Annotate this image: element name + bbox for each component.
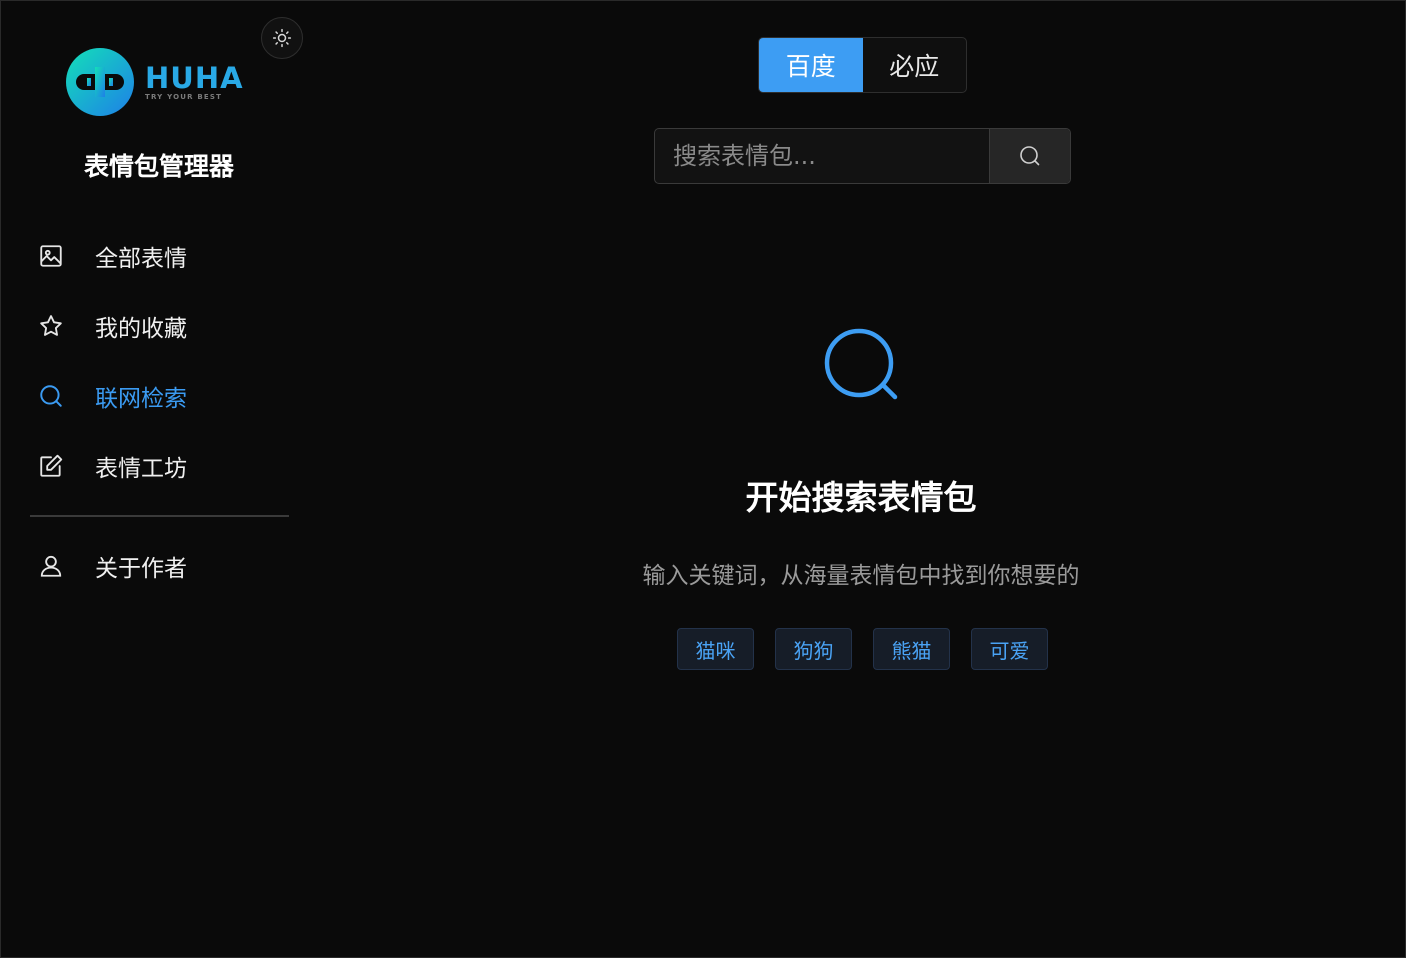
search-icon: [37, 382, 65, 410]
sidebar-item-label: 我的收藏: [95, 316, 187, 342]
logo-text: HUHA TRY YOUR BEST: [145, 63, 244, 101]
sun-icon: [272, 28, 292, 48]
logo-mark-icon: [66, 48, 134, 116]
image-icon: [37, 242, 65, 270]
empty-state-search-icon: [824, 328, 898, 400]
sidebar-divider: [30, 515, 289, 517]
suggestion-tag-cute[interactable]: 可爱: [971, 628, 1048, 670]
search-engine-toggle: 百度 必应: [758, 37, 967, 93]
sidebar-item-web-search[interactable]: 联网检索: [29, 361, 291, 431]
suggestion-tag-panda[interactable]: 熊猫: [873, 628, 950, 670]
edit-icon: [37, 452, 65, 480]
sidebar-item-label: 全部表情: [95, 246, 187, 272]
sidebar: HUHA TRY YOUR BEST 表情包管理器 全部表情 我的收藏 联网检索…: [1, 1, 319, 957]
sidebar-footer-nav: 关于作者: [29, 531, 291, 601]
app-title: 表情包管理器: [83, 152, 234, 181]
theme-toggle-button[interactable]: [261, 17, 303, 59]
empty-state-subtitle: 输入关键词，从海量表情包中找到你想要的: [642, 563, 1080, 589]
search-input[interactable]: [655, 129, 989, 183]
sidebar-item-label: 关于作者: [95, 556, 187, 582]
sidebar-item-workshop[interactable]: 表情工坊: [29, 431, 291, 501]
user-icon: [37, 552, 65, 580]
logo-title: HUHA: [145, 61, 244, 95]
engine-option-baidu[interactable]: 百度: [759, 38, 863, 92]
search-bar: [654, 128, 1071, 184]
engine-option-bing[interactable]: 必应: [863, 38, 967, 92]
sidebar-item-label: 联网检索: [95, 386, 187, 412]
suggestion-tags: 猫咪 狗狗 熊猫 可爱: [677, 628, 1048, 670]
suggestion-tag-dog[interactable]: 狗狗: [775, 628, 852, 670]
sidebar-item-about-author[interactable]: 关于作者: [29, 531, 291, 601]
search-button[interactable]: [989, 129, 1070, 183]
sidebar-item-label: 表情工坊: [95, 456, 187, 482]
search-icon: [1020, 146, 1040, 166]
suggestion-tag-cat[interactable]: 猫咪: [677, 628, 754, 670]
logo-subtitle: TRY YOUR BEST: [145, 93, 223, 101]
app-window: HUHA TRY YOUR BEST 表情包管理器 全部表情 我的收藏 联网检索…: [0, 0, 1406, 958]
sidebar-item-all-stickers[interactable]: 全部表情: [29, 221, 291, 291]
empty-state-title: 开始搜索表情包: [745, 478, 977, 517]
logo: HUHA TRY YOUR BEST: [65, 47, 244, 117]
sidebar-nav: 全部表情 我的收藏 联网检索 表情工坊: [29, 221, 291, 501]
star-icon: [37, 312, 65, 340]
sidebar-item-favorites[interactable]: 我的收藏: [29, 291, 291, 361]
